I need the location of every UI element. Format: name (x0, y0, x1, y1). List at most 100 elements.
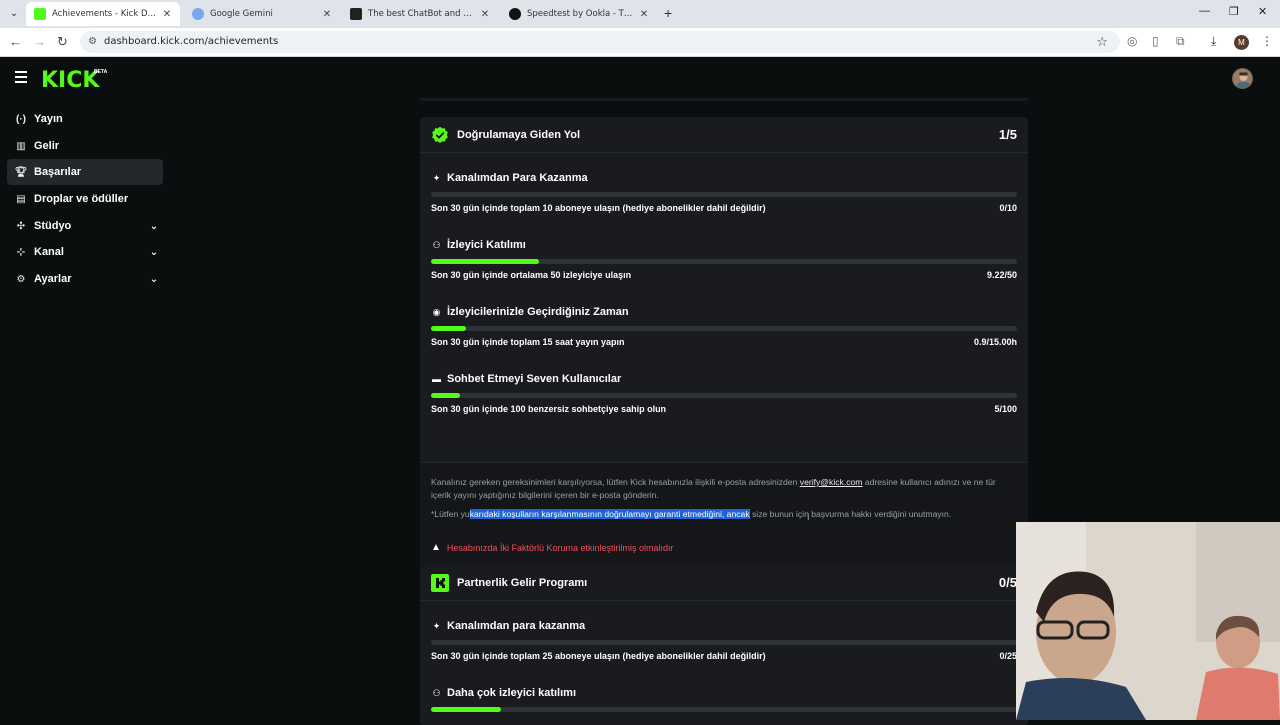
tab-gemini[interactable]: Google Gemini ✕ (184, 2, 340, 26)
extensions-puzzle-icon[interactable]: ⧉ (1176, 34, 1185, 49)
partner-card: Partnerlik Gelir Programı 0/5 ✦ Kanalımda… (420, 565, 1028, 725)
goal-description: Son 30 gün içinde toplam 10 aboneye ulaş… (431, 203, 766, 213)
progress-fill (431, 707, 502, 712)
sidebar-item-yayin[interactable]: (·) Yayın (7, 106, 163, 132)
tab-title: Achievements - Kick Dashboard (52, 9, 160, 19)
tab-title: Speedtest by Ookla - The Globa (527, 9, 637, 19)
goal-value: 5/100 (994, 404, 1017, 414)
sidebar: (·) Yayın ▥ Gelir 🏆︎ Başarılar ▤ Droplar ve … (0, 98, 170, 720)
goal-title: Kanalımdan Para Kazanma (447, 172, 588, 184)
verify-email-link[interactable]: verify@kick.com (800, 477, 863, 487)
reload-icon[interactable]: ↻ (57, 34, 68, 50)
sidebar-item-basarilar[interactable]: 🏆︎ Başarılar (7, 159, 163, 185)
tab-chatbot[interactable]: The best ChatBot and Widgets ✕ (342, 2, 498, 26)
note-text: Kanalınız gereken gereksinimleri karşılı… (431, 477, 800, 487)
goal-description: Son 30 gün içinde ortalama 50 izleyiciye… (431, 270, 632, 280)
url-text[interactable]: dashboard.kick.com/achievements (104, 36, 278, 47)
beta-badge: BETA (94, 69, 108, 75)
sidebar-item-label: Ayarlar (34, 273, 72, 285)
progress-bar (431, 393, 1017, 398)
text-cursor-icon: I (807, 512, 810, 522)
tab-search-icon[interactable]: ⌄ (6, 6, 22, 22)
progress-bar (431, 326, 1017, 331)
tab-title: The best ChatBot and Widgets (368, 9, 478, 19)
warning-text: Hesabınızda İki Faktörlü Koruma etkinleş… (446, 542, 674, 553)
tab-title: Google Gemini (210, 9, 273, 19)
sidebar-item-studyo[interactable]: ✣ Stüdyo ⌄ (7, 213, 163, 239)
browser-profile-avatar[interactable]: M (1234, 35, 1249, 50)
chevron-down-icon[interactable]: ⌄ (145, 274, 163, 285)
app-header: KICK BETA (0, 58, 1280, 98)
sidebar-item-gelir[interactable]: ▥ Gelir (7, 133, 163, 159)
card-title: Doğrulamaya Giden Yol (457, 129, 581, 141)
card-header: Partnerlik Gelir Programı 0/5 (420, 565, 1028, 601)
close-tab-icon[interactable]: ✕ (320, 9, 334, 20)
forward-icon[interactable]: → (33, 34, 46, 49)
viewers-icon: ⚇ (432, 239, 441, 250)
goal-title: Sohbet Etmeyi Seven Kullanıcılar (447, 373, 622, 385)
sidebar-item-droplar[interactable]: ▤ Droplar ve ödüller (7, 186, 163, 212)
note-text: *Lütfen yu (431, 509, 470, 519)
browser-menu-icon[interactable]: ⋮ (1261, 34, 1273, 48)
menu-icon[interactable] (15, 71, 27, 86)
verification-card: Doğrulamaya Giden Yol 1/5 ✦ Kanalımdan Pa… (420, 117, 1028, 566)
note-text: size bunun için başvurma hakkı verdiğini… (749, 509, 952, 519)
download-icon[interactable]: ⤓ (1211, 34, 1216, 49)
goal-title: Kanalımdan para kazanma (447, 620, 586, 632)
restore-icon[interactable]: ❐ (1229, 5, 1239, 18)
verified-badge-icon (432, 126, 448, 143)
chat-icon: ▬ (432, 374, 441, 384)
close-tab-icon[interactable]: ✕ (478, 9, 492, 20)
webcam-overlay (1016, 522, 1280, 720)
gear-icon: ⚙ (16, 273, 26, 285)
bookmark-star-icon[interactable]: ☆ (1096, 34, 1108, 50)
card-progress-count: 0/5 (998, 575, 1017, 590)
progress-fill (431, 259, 539, 264)
minimize-icon[interactable]: — (1199, 5, 1210, 17)
sidebar-item-kanal[interactable]: ⊹ Kanal ⌄ (7, 239, 163, 265)
gemini-favicon-icon (192, 8, 204, 20)
progress-bar (431, 259, 1017, 264)
studio-icon: ✣ (16, 220, 26, 232)
close-window-icon[interactable]: ✕ (1258, 5, 1267, 18)
viewers-icon: ⚇ (432, 687, 441, 698)
gift-icon: ▤ (16, 193, 26, 205)
site-info-icon[interactable]: ⚙ (88, 36, 97, 47)
chevron-down-icon[interactable]: ⌄ (145, 247, 163, 258)
sidebar-item-label: Yayın (34, 113, 63, 125)
warning-icon: ▲ (431, 542, 441, 553)
sidebar-item-ayarlar[interactable]: ⚙ Ayarlar ⌄ (7, 266, 163, 292)
progress-bar (431, 707, 1017, 712)
note-email-instructions: Kanalınız gereken gereksinimleri karşılı… (431, 476, 1016, 502)
broadcast-icon: (·) (16, 113, 26, 125)
card-progress-count: 1/5 (998, 127, 1017, 142)
progress-fill (431, 326, 467, 331)
card-header: Doğrulamaya Giden Yol 1/5 (420, 117, 1028, 153)
sidebar-item-label: Droplar ve ödüller (34, 193, 129, 205)
two-factor-warning: ▲ Hesabınızda İki Faktörlü Koruma etkinle… (431, 542, 673, 553)
goal-title: İzleyici Katılımı (447, 239, 526, 251)
goal-value: 0.9/15.00h (973, 337, 1017, 347)
tab-speedtest[interactable]: Speedtest by Ookla - The Globa ✕ (501, 2, 657, 26)
tab-achievements[interactable]: Achievements - Kick Dashboard ✕ (26, 2, 180, 26)
browser-tab-bar: ⌄ Achievements - Kick Dashboard ✕ Google… (0, 0, 1280, 28)
broadcast-icon: ◉ (432, 306, 441, 317)
kick-badge-icon (431, 574, 449, 592)
chevron-down-icon[interactable]: ⌄ (145, 221, 163, 232)
sidebar-item-label: Stüdyo (34, 220, 72, 232)
trophy-icon: 🏆︎ (14, 166, 28, 178)
url-field[interactable]: ⚙ dashboard.kick.com/achievements ☆ (80, 31, 1120, 53)
kick-logo[interactable]: KICK (41, 68, 99, 93)
goal-description: Son 30 gün içinde 100 benzersiz sohbetçi… (431, 404, 667, 414)
progress-fill (431, 393, 461, 398)
close-tab-icon[interactable]: ✕ (160, 9, 174, 20)
back-icon[interactable]: ← (9, 34, 22, 49)
close-tab-icon[interactable]: ✕ (637, 9, 651, 20)
new-tab-icon[interactable]: + (664, 5, 672, 21)
user-avatar[interactable] (1232, 68, 1253, 89)
chatbot-favicon-icon (350, 8, 362, 20)
extension-icon[interactable]: ▯ (1152, 34, 1159, 48)
sparkle-icon: ✦ (432, 172, 441, 183)
channel-icon: ⊹ (16, 246, 26, 258)
extension-icon[interactable]: ◎ (1127, 34, 1137, 48)
